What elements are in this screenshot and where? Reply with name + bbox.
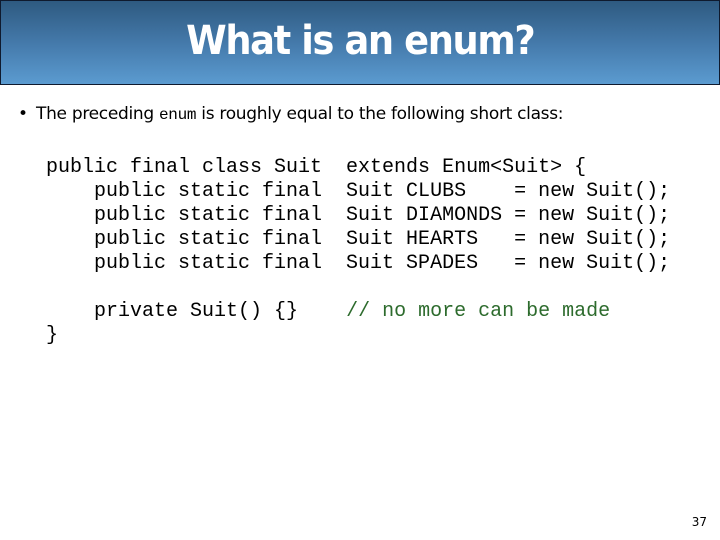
code-closing-brace: }	[46, 324, 59, 347]
code-constructor: private Suit() {}	[46, 300, 347, 323]
bullet-text-before: The preceding	[36, 104, 159, 124]
code-line-constructor: private Suit() {} // no more can be made	[46, 300, 670, 324]
code-line: public final class Suit extends Enum<Sui…	[46, 156, 587, 179]
code-line: public static final Suit HEARTS = new Su…	[46, 228, 671, 251]
code-line: public static final Suit DIAMONDS = new …	[46, 204, 671, 227]
bullet-item: • The preceding enum is roughly equal to …	[18, 104, 564, 124]
code-line: public static final Suit CLUBS = new Sui…	[46, 180, 671, 203]
title-bar: What is an enum?	[0, 0, 720, 85]
code-line: public static final Suit SPADES = new Su…	[46, 252, 671, 275]
bullet-text-after: is roughly equal to the following short …	[196, 104, 564, 124]
code-comment: // no more can be made	[346, 300, 611, 323]
code-block: public final class Suit extends Enum<Sui…	[46, 156, 670, 348]
page-number: 37	[691, 515, 707, 529]
slide-title: What is an enum?	[185, 17, 536, 64]
inline-code-enum: enum	[158, 106, 197, 124]
bullet-icon: •	[18, 104, 28, 124]
